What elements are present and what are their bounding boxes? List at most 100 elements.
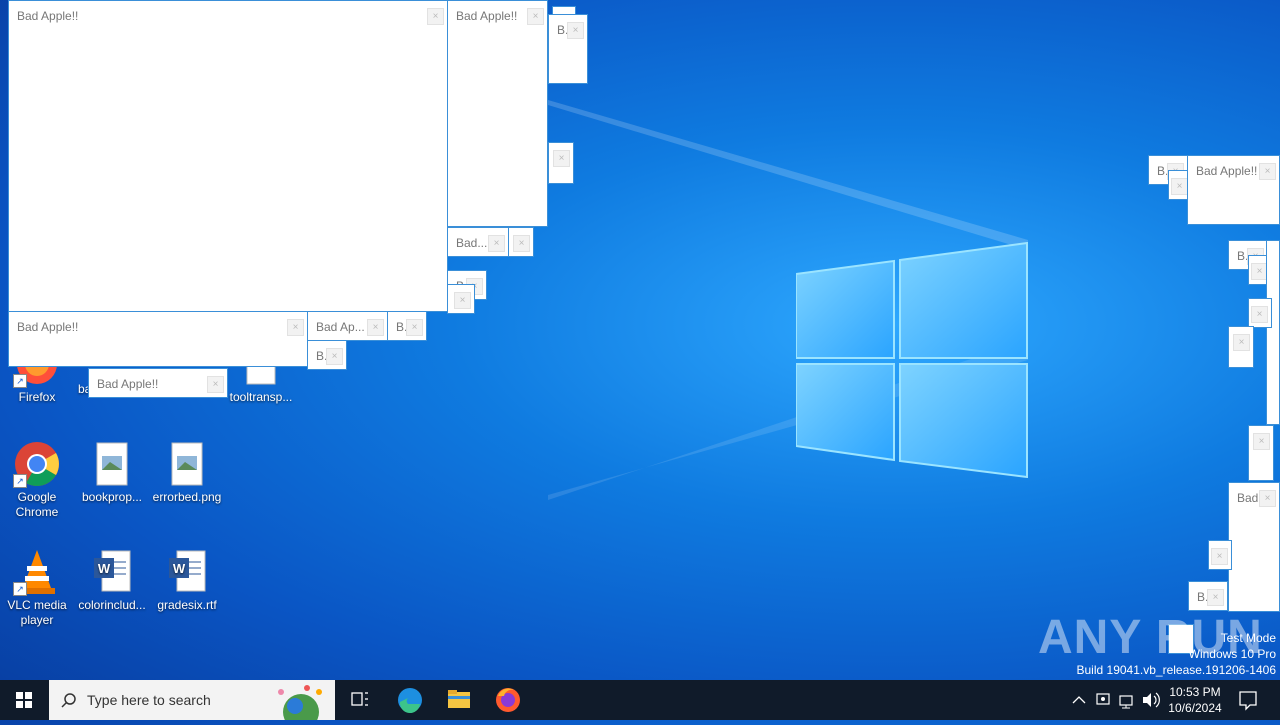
close-button[interactable]: ×	[326, 348, 343, 365]
bad-apple-window[interactable]: Bad Apple!! ×	[8, 0, 448, 312]
windows-edition-label: Windows 10 Pro	[1188, 647, 1276, 661]
tray-app-icon[interactable]	[1092, 680, 1114, 720]
test-mode-label: Test Mode	[1220, 631, 1276, 645]
window-title: Bad Ap...	[316, 320, 365, 334]
word-document-icon: W	[163, 548, 211, 596]
window-title: Bad Apple!!	[17, 320, 79, 334]
icon-label: errorbed.png	[152, 490, 222, 504]
vlc-desktop-icon[interactable]: ↗ VLC media player	[2, 548, 72, 628]
bad-apple-window[interactable]: Bad Apple!! ×	[8, 311, 308, 367]
search-icon	[61, 693, 76, 708]
bad-apple-window[interactable]: ×	[1248, 298, 1272, 328]
build-label: Build 19041.vb_release.191206-1406	[1076, 663, 1277, 677]
close-button[interactable]: ×	[527, 8, 544, 25]
close-button[interactable]: ×	[1259, 490, 1276, 507]
bad-apple-window[interactable]: Bad... ×	[1228, 482, 1280, 612]
taskbar: Type here to search 10:53 PM 10/6/2024	[0, 680, 1280, 720]
network-button[interactable]	[1116, 680, 1138, 720]
close-button[interactable]: ×	[1259, 163, 1276, 180]
icon-label: Google Chrome	[15, 490, 59, 519]
desktop: ↗ Firefox ba tooltransp... ↗ Google Chro…	[0, 0, 1280, 680]
icon-label: tooltransp...	[229, 390, 293, 404]
search-highlight-icon	[278, 685, 322, 720]
icon-label: colorinclud...	[78, 598, 146, 612]
svg-text:W: W	[98, 561, 111, 576]
gradesix-desktop-icon[interactable]: W gradesix.rtf	[152, 548, 222, 613]
icon-label: Firefox	[18, 390, 56, 404]
chrome-desktop-icon[interactable]: ↗ Google Chrome	[2, 440, 72, 520]
action-center-button[interactable]	[1234, 680, 1262, 720]
bad-apple-window[interactable]	[1266, 240, 1280, 425]
taskbar-clock[interactable]: 10:53 PM 10/6/2024	[1160, 684, 1230, 716]
window-title: Bad...	[456, 236, 488, 250]
meet-now-icon	[1096, 693, 1110, 705]
system-info-watermark: Test Mode Windows 10 Pro Build 19041.vb_…	[1077, 630, 1277, 678]
colorinclud-desktop-icon[interactable]: W colorinclud...	[77, 548, 147, 613]
close-button[interactable]: ×	[406, 319, 423, 336]
firefox-icon	[496, 688, 520, 712]
bad-apple-window[interactable]: ×	[1248, 425, 1274, 481]
bad-apple-window[interactable]: ×	[447, 284, 475, 314]
shortcut-arrow-icon: ↗	[13, 374, 27, 388]
bad-apple-window[interactable]: ×	[508, 227, 534, 257]
bookprop-desktop-icon[interactable]: bookprop...	[77, 440, 147, 505]
close-button[interactable]: ×	[553, 150, 570, 167]
chevron-up-icon	[1072, 696, 1086, 704]
taskbar-search-box[interactable]: Type here to search	[49, 680, 335, 720]
close-button[interactable]: ×	[207, 376, 224, 393]
bad-apple-window[interactable]: Bad Apple!! ×	[88, 368, 228, 398]
close-button[interactable]: ×	[1233, 334, 1250, 351]
bad-apple-window[interactable]: Bad Apple!! ×	[1187, 155, 1280, 225]
edge-icon	[398, 688, 422, 714]
show-hidden-icons-button[interactable]	[1068, 680, 1090, 720]
bad-apple-window[interactable]: Bad Ap... ×	[307, 311, 388, 341]
close-button[interactable]: ×	[454, 292, 471, 309]
taskbar-firefox-button[interactable]	[484, 680, 532, 720]
close-button[interactable]: ×	[1171, 178, 1188, 195]
clock-time: 10:53 PM	[1169, 685, 1221, 699]
volume-button[interactable]	[1140, 680, 1162, 720]
task-view-icon	[351, 692, 368, 706]
window-title: Bad Apple!!	[1196, 164, 1258, 178]
windows-logo-wallpaper	[796, 242, 1028, 478]
errorbed-desktop-icon[interactable]: errorbed.png	[152, 440, 222, 505]
chrome-icon: ↗	[13, 440, 61, 488]
clock-date: 10/6/2024	[1168, 701, 1222, 715]
vlc-cone-icon: ↗	[13, 548, 61, 596]
bad-apple-window[interactable]: B. ×	[387, 311, 427, 341]
taskbar-edge-button[interactable]	[386, 680, 434, 720]
bad-apple-window[interactable]: ×	[1208, 540, 1232, 570]
close-button[interactable]: ×	[287, 319, 304, 336]
close-button[interactable]: ×	[488, 235, 505, 252]
close-button[interactable]: ×	[427, 8, 444, 25]
close-button[interactable]: ×	[513, 235, 530, 252]
bad-apple-window[interactable]: B. ×	[307, 340, 347, 370]
bad-apple-window[interactable]: Bad Apple!! ×	[447, 0, 548, 227]
search-placeholder: Type here to search	[87, 692, 211, 708]
bad-apple-window[interactable]: ×	[548, 142, 574, 184]
bad-apple-window[interactable]: Bad... ×	[447, 227, 509, 257]
image-file-icon	[163, 440, 211, 488]
close-button[interactable]: ×	[1207, 589, 1224, 606]
image-file-icon	[88, 440, 136, 488]
close-button[interactable]: ×	[567, 22, 584, 39]
bad-apple-window[interactable]: B. ×	[1188, 581, 1228, 611]
folder-icon	[448, 690, 470, 708]
notification-icon	[1239, 691, 1257, 711]
close-button[interactable]: ×	[1211, 548, 1228, 565]
task-view-button[interactable]	[336, 680, 384, 720]
close-button[interactable]: ×	[1253, 433, 1270, 450]
window-title: Bad Apple!!	[456, 9, 518, 23]
speaker-icon	[1143, 692, 1160, 708]
network-icon	[1119, 695, 1133, 709]
start-button[interactable]	[0, 680, 48, 720]
taskbar-file-explorer-button[interactable]	[435, 680, 483, 720]
bad-apple-window[interactable]: ×	[1228, 326, 1254, 368]
window-title: Bad Apple!!	[17, 9, 79, 23]
word-document-icon: W	[88, 548, 136, 596]
bad-apple-window[interactable]: B. ×	[548, 14, 588, 84]
close-button[interactable]: ×	[367, 319, 384, 336]
close-button[interactable]: ×	[1251, 306, 1268, 323]
shortcut-arrow-icon: ↗	[13, 582, 27, 596]
svg-text:W: W	[173, 561, 186, 576]
